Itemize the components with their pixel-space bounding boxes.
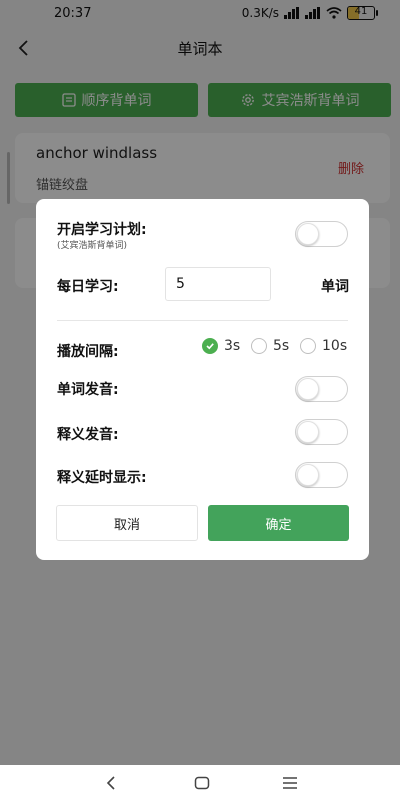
interval-option-3s[interactable]: 3s [202, 338, 240, 354]
nav-menu-icon[interactable] [282, 776, 298, 790]
cancel-button[interactable]: 取消 [56, 505, 198, 541]
interval-option-label: 3s [224, 338, 241, 354]
radio-circle-icon [251, 338, 267, 354]
meaning-audio-label: 释义发音: [57, 427, 119, 443]
radio-circle-icon [300, 338, 316, 354]
interval-option-label: 10s [322, 338, 348, 354]
interval-option-10s[interactable]: 10s [300, 338, 347, 354]
system-nav-bar [0, 765, 400, 800]
daily-label: 每日学习: [57, 279, 119, 295]
delay-display-label: 释义延时显示: [57, 470, 147, 486]
plan-toggle[interactable] [295, 221, 348, 247]
plan-label: 开启学习计划: [57, 222, 147, 238]
meaning-audio-toggle[interactable] [295, 419, 348, 445]
nav-home-icon[interactable] [194, 776, 210, 790]
interval-option-5s[interactable]: 5s [251, 338, 289, 354]
daily-unit: 单词 [321, 279, 349, 295]
divider [57, 320, 348, 321]
nav-back-icon[interactable] [104, 775, 120, 791]
screen: 20:37 0.3K/s 41 单词本 顺序背单词 艾宾浩斯背单词 anchor… [0, 0, 400, 800]
check-icon [202, 338, 218, 354]
word-audio-label: 单词发音: [57, 382, 119, 398]
interval-option-label: 5s [273, 338, 290, 354]
delay-display-toggle[interactable] [295, 462, 348, 488]
interval-label: 播放间隔: [57, 344, 119, 360]
study-settings-dialog: 开启学习计划: (艾宾浩斯背单词) 每日学习: 5 单词 播放间隔: 3s 5s… [36, 199, 369, 560]
word-audio-toggle[interactable] [295, 376, 348, 402]
plan-sublabel: (艾宾浩斯背单词) [57, 241, 128, 251]
confirm-button[interactable]: 确定 [208, 505, 349, 541]
daily-count-input[interactable]: 5 [165, 267, 271, 301]
